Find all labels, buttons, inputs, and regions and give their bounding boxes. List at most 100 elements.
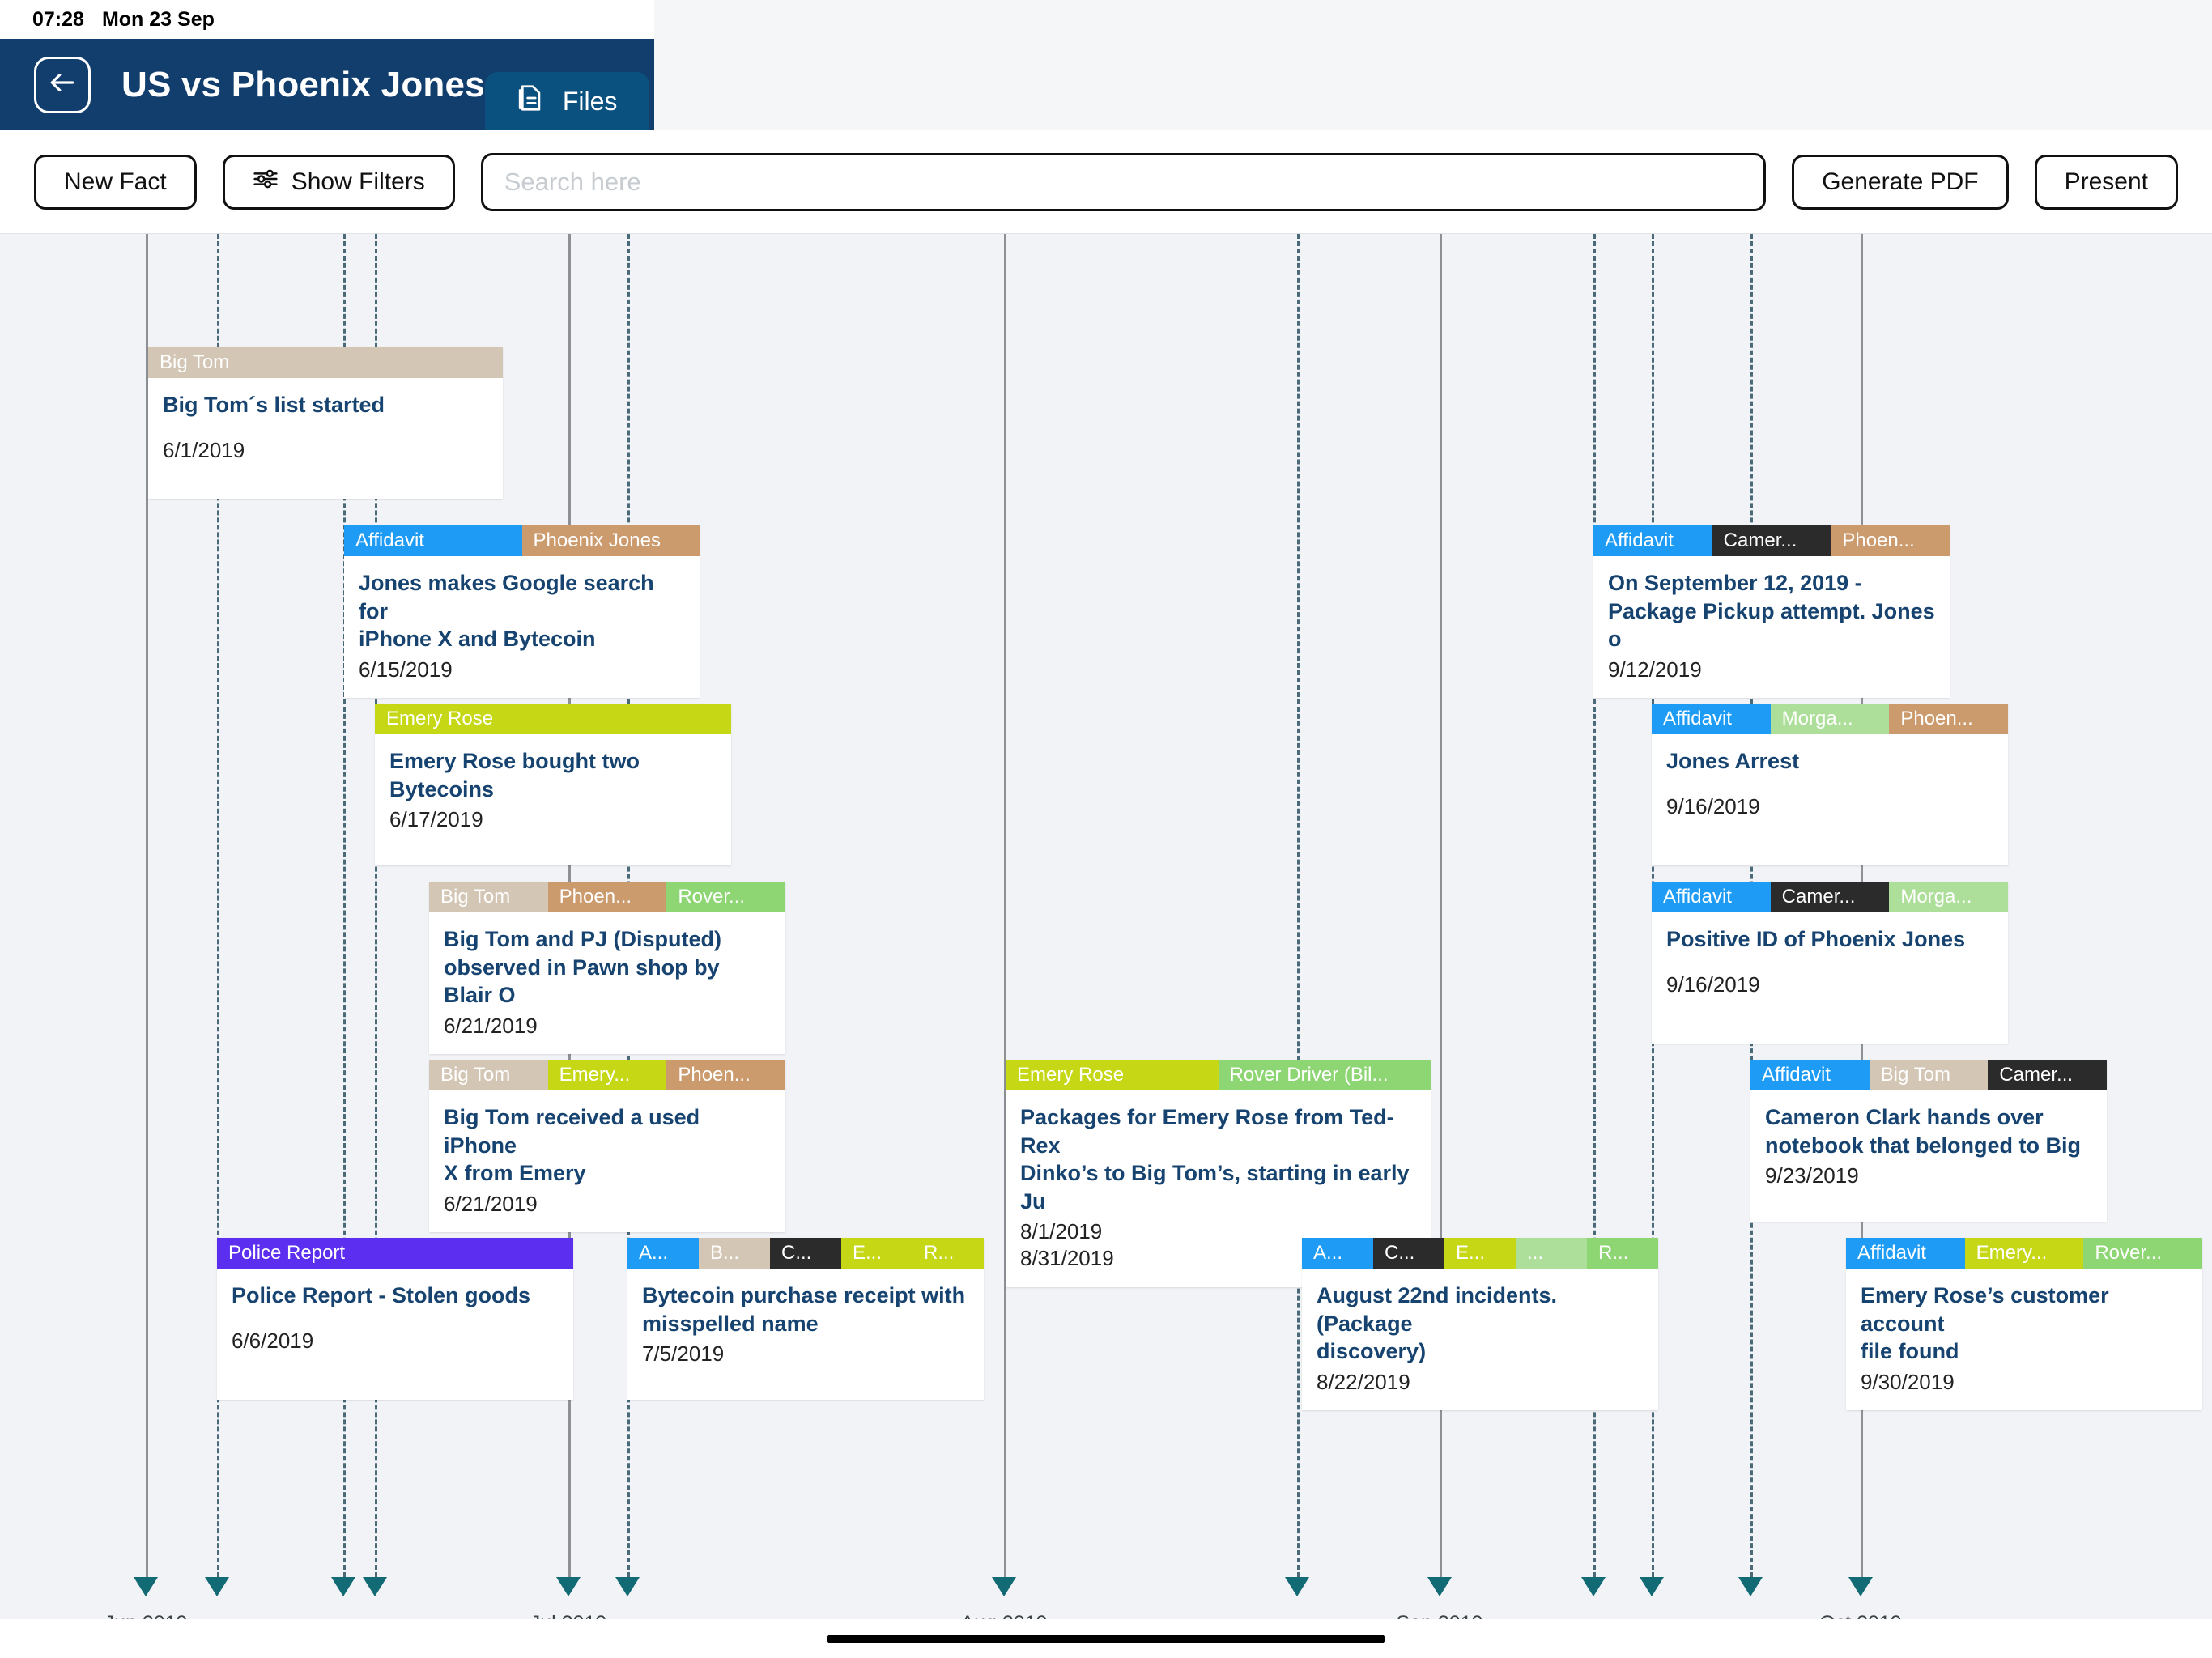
event-chip[interactable]: Affidavit bbox=[344, 525, 522, 556]
event-chip[interactable]: Affidavit bbox=[1593, 525, 1712, 556]
timeline-marker[interactable] bbox=[1640, 1577, 1664, 1596]
event-chip[interactable]: Affidavit bbox=[1846, 1238, 1965, 1269]
event-chip-row: Affidavit Phoenix Jones bbox=[344, 525, 700, 556]
event-card-body: Big Tom received a used iPhone X from Em… bbox=[429, 1090, 785, 1232]
present-button[interactable]: Present bbox=[2034, 154, 2178, 210]
event-card-body: Emery Rose’s customer account file found… bbox=[1846, 1269, 2202, 1410]
timeline-event-card[interactable]: Emery Rose Emery Rose bought two Bytecoin… bbox=[375, 704, 731, 865]
event-chip[interactable]: Rover... bbox=[666, 882, 785, 912]
event-title: Cameron Clark hands over notebook that b… bbox=[1765, 1105, 2081, 1158]
timeline-marker[interactable] bbox=[556, 1577, 581, 1596]
timeline-event-card[interactable]: A... B... C... E... R... Bytecoin purchase re… bbox=[627, 1238, 984, 1400]
timeline-event-card[interactable]: Big Tom Phoen... Rover... Big Tom and PJ (D… bbox=[429, 882, 785, 1054]
status-date: Mon 23 Sep bbox=[101, 7, 215, 31]
event-chip-row: Big Tom bbox=[148, 347, 503, 378]
event-chip-row: Big Tom Emery... Phoen... bbox=[429, 1060, 785, 1090]
back-button[interactable] bbox=[34, 56, 91, 113]
event-date: 9/30/2019 bbox=[1861, 1369, 1955, 1394]
event-chip[interactable]: Phoenix Jones bbox=[521, 525, 700, 556]
event-chip-row: A... B... C... E... R... bbox=[627, 1238, 984, 1269]
event-date: 7/5/2019 bbox=[642, 1341, 725, 1367]
event-chip[interactable]: A... bbox=[627, 1238, 699, 1269]
home-indicator[interactable] bbox=[827, 1634, 1385, 1643]
event-chip[interactable]: C... bbox=[1373, 1238, 1444, 1269]
timeline-event-card[interactable]: Affidavit Camer... Phoen... On September 12… bbox=[1593, 525, 1950, 698]
timeline-gridline-event bbox=[1297, 234, 1300, 1577]
event-chip[interactable]: Phoen... bbox=[1889, 704, 2008, 734]
timeline-marker[interactable] bbox=[331, 1577, 355, 1596]
timeline-event-card[interactable]: Affidavit Emery... Rover... Emery Rose’s cu… bbox=[1846, 1238, 2202, 1410]
event-title: Emery Rose bought two Bytecoins bbox=[389, 749, 640, 801]
timeline-marker[interactable] bbox=[134, 1577, 158, 1596]
timeline-event-card[interactable]: Big Tom Emery... Phoen... Big Tom received … bbox=[429, 1060, 785, 1232]
event-chip[interactable]: Big Tom bbox=[429, 882, 548, 912]
event-chip[interactable]: Emery... bbox=[1964, 1238, 2084, 1269]
timeline-event-card[interactable]: Police Report Police Report - Stolen good… bbox=[217, 1238, 573, 1400]
timeline-marker[interactable] bbox=[1848, 1577, 1873, 1596]
event-chip[interactable]: Big Tom bbox=[148, 347, 503, 378]
event-chip[interactable]: Phoen... bbox=[1831, 525, 1950, 556]
timeline-event-card[interactable]: Affidavit Big Tom Camer... Cameron Clark ha… bbox=[1750, 1060, 2107, 1222]
tab-timeline[interactable]: Timeline bbox=[654, 0, 2212, 130]
event-chip[interactable]: Police Report bbox=[217, 1238, 573, 1269]
timeline-event-card[interactable]: Affidavit Phoenix Jones Jones makes Google… bbox=[344, 525, 700, 698]
event-chip[interactable]: Phoen... bbox=[547, 882, 667, 912]
event-title: On September 12, 2019 - Package Pickup a… bbox=[1608, 571, 1935, 652]
event-chip[interactable]: C... bbox=[770, 1238, 841, 1269]
event-chip[interactable]: Emery Rose bbox=[375, 704, 731, 734]
header-tabs: Files Timeline bbox=[484, 0, 2212, 130]
timeline-event-card[interactable]: Big Tom Big Tom´s list started 6/1/2019 bbox=[148, 347, 503, 499]
event-card-body: Big Tom and PJ (Disputed) observed in Pa… bbox=[429, 912, 785, 1054]
event-chip[interactable]: Affidavit bbox=[1652, 882, 1771, 912]
timeline-event-card[interactable]: Affidavit Morga... Phoen... Jones Arrest 9/1… bbox=[1652, 704, 2008, 865]
event-title: Bytecoin purchase receipt with misspelle… bbox=[642, 1283, 966, 1336]
timeline-marker[interactable] bbox=[1285, 1577, 1309, 1596]
event-chip[interactable]: Big Tom bbox=[1869, 1060, 1989, 1090]
event-title: Big Tom and PJ (Disputed) observed in Pa… bbox=[444, 927, 721, 1008]
event-chip[interactable]: Camer... bbox=[1988, 1060, 2107, 1090]
event-chip[interactable]: Camer... bbox=[1770, 882, 1890, 912]
timeline-event-card[interactable]: A... C... E...... R... August 22nd incidents… bbox=[1302, 1238, 1658, 1410]
event-chip[interactable]: Phoen... bbox=[666, 1060, 785, 1090]
event-chip[interactable]: Rover Driver (Bil... bbox=[1218, 1060, 1431, 1090]
event-date: 9/16/2019 bbox=[1666, 793, 1760, 818]
event-chip[interactable]: R... bbox=[912, 1238, 984, 1269]
event-chip[interactable]: Emery Rose bbox=[1006, 1060, 1219, 1090]
event-chip[interactable]: Affidavit bbox=[1750, 1060, 1870, 1090]
timeline-marker[interactable] bbox=[615, 1577, 640, 1596]
tab-files[interactable]: Files bbox=[484, 72, 650, 130]
event-chip[interactable]: B... bbox=[699, 1238, 770, 1269]
search-field[interactable] bbox=[480, 152, 1767, 211]
event-chip[interactable]: Camer... bbox=[1712, 525, 1831, 556]
event-chip[interactable]: Rover... bbox=[2083, 1238, 2202, 1269]
event-card-body: Jones makes Google search for iPhone X a… bbox=[344, 556, 700, 698]
event-chip[interactable]: Morga... bbox=[1770, 704, 1890, 734]
timeline-marker[interactable] bbox=[205, 1577, 229, 1596]
event-date: 6/21/2019 bbox=[444, 1191, 538, 1216]
generate-pdf-button[interactable]: Generate PDF bbox=[1792, 154, 2009, 210]
event-chip[interactable]: A... bbox=[1302, 1238, 1373, 1269]
search-input[interactable] bbox=[504, 167, 1743, 197]
event-chip[interactable]: ... bbox=[1516, 1238, 1587, 1269]
timeline-marker[interactable] bbox=[992, 1577, 1016, 1596]
timeline-event-card[interactable]: Affidavit Camer... Morga... Positive ID of … bbox=[1652, 882, 2008, 1044]
timeline-marker[interactable] bbox=[1581, 1577, 1606, 1596]
new-fact-button[interactable]: New Fact bbox=[34, 154, 197, 210]
event-chip[interactable]: E... bbox=[1444, 1238, 1516, 1269]
event-card-body: Jones Arrest 9/16/2019 bbox=[1652, 734, 2008, 835]
event-chip[interactable]: Big Tom bbox=[429, 1060, 548, 1090]
timeline-marker[interactable] bbox=[1427, 1577, 1452, 1596]
event-date: 9/12/2019 bbox=[1608, 657, 1702, 682]
new-fact-label: New Fact bbox=[64, 168, 167, 195]
timeline-canvas[interactable]: Big Tom Big Tom´s list started 6/1/2019 Aff… bbox=[0, 234, 2212, 1658]
event-chip[interactable]: Affidavit bbox=[1652, 704, 1771, 734]
event-chip[interactable]: E... bbox=[841, 1238, 912, 1269]
timeline-marker[interactable] bbox=[363, 1577, 387, 1596]
event-card-body: Big Tom´s list started 6/1/2019 bbox=[148, 378, 503, 478]
show-filters-button[interactable]: Show Filters bbox=[222, 154, 455, 210]
generate-pdf-label: Generate PDF bbox=[1822, 168, 1979, 195]
event-chip[interactable]: R... bbox=[1587, 1238, 1658, 1269]
event-chip[interactable]: Morga... bbox=[1889, 882, 2008, 912]
event-chip[interactable]: Emery... bbox=[547, 1060, 667, 1090]
timeline-marker[interactable] bbox=[1738, 1577, 1763, 1596]
